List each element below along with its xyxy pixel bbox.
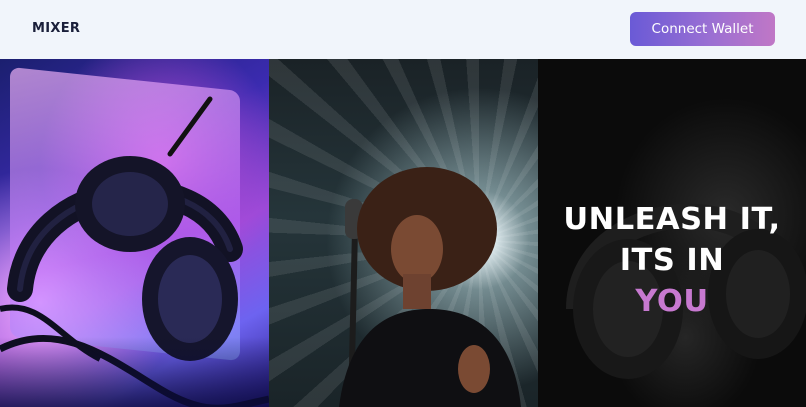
hero-headline: UNLEASH IT, ITS IN YOU (538, 199, 806, 322)
singer-image (269, 59, 538, 407)
top-navbar: MIXER Connect Wallet (0, 0, 806, 59)
headphones-neon-image (0, 59, 269, 407)
connect-wallet-button[interactable]: Connect Wallet (630, 12, 775, 46)
hero-headline-line-1: UNLEASH IT, (563, 202, 781, 237)
brand-logo[interactable]: MIXER (32, 21, 80, 36)
singer-illustration (339, 167, 521, 407)
hero-headline-line-2: ITS IN (619, 243, 725, 278)
hero-headline-accent: YOU (635, 284, 709, 319)
hero-section: UNLEASH IT, ITS IN YOU (0, 59, 806, 407)
